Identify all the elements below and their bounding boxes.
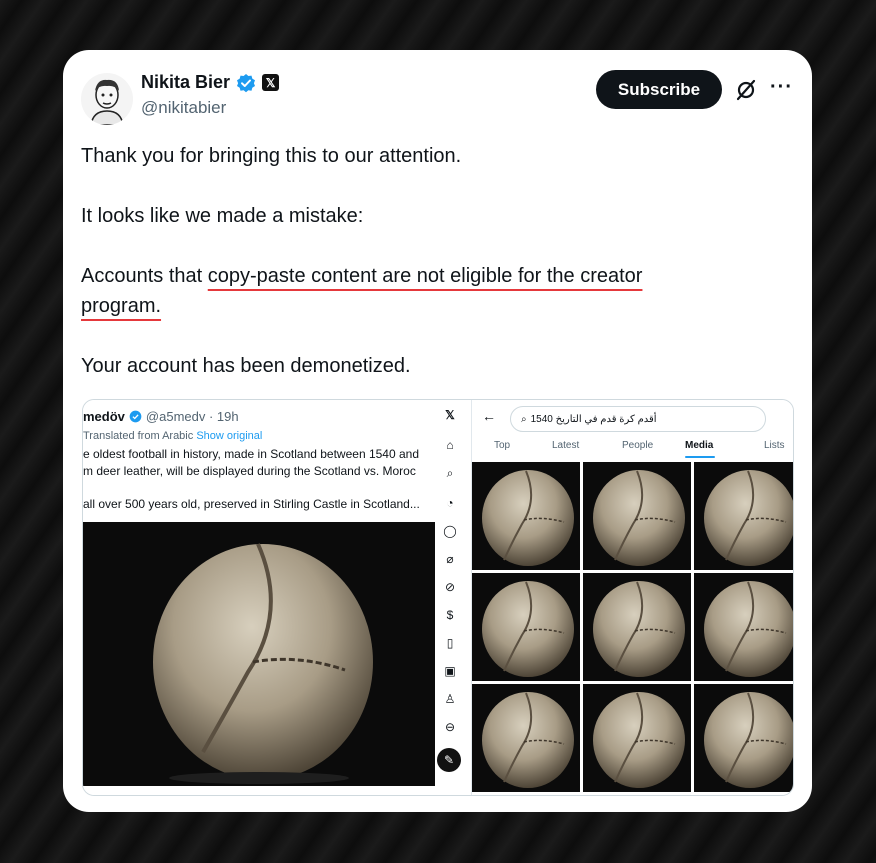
verified-badge-icon: [129, 410, 142, 423]
search-input: ⌕ 1540 أقدم كرة قدم في التاريخ: [510, 406, 766, 432]
home-icon: ⌂: [446, 438, 454, 452]
messages-icon: ◯: [443, 524, 457, 538]
media-thumbnail: [472, 573, 580, 681]
bookmark-icon: ▯: [446, 636, 454, 650]
tweet-text-plain: Accounts that: [81, 265, 208, 287]
tweet-line: Thank you for bringing this to our atten…: [81, 145, 462, 167]
media-thumbnail: [694, 573, 793, 681]
embedded-username: medöv: [83, 409, 125, 424]
underlined-text: copy-paste content are not eligible for …: [207, 265, 643, 287]
tab-top: Top: [494, 440, 511, 451]
football-photo: [83, 522, 435, 786]
more-circle-icon: ⊖: [444, 720, 456, 734]
tweet-line: Your account has been demonetized.: [81, 355, 411, 377]
active-tab-indicator: [685, 456, 715, 458]
grok-icon: ⌀: [446, 552, 454, 566]
avatar[interactable]: [81, 73, 133, 125]
media-grid: [472, 462, 793, 795]
translated-label: Translated from Arabic: [83, 430, 194, 442]
media-thumbnail: [583, 684, 691, 792]
subscribe-button[interactable]: Subscribe: [596, 70, 722, 109]
premium-icon: $: [446, 608, 454, 622]
back-arrow-icon: ←: [482, 408, 496, 424]
author-name[interactable]: Nikita Bier: [141, 72, 230, 93]
media-thumbnail: [583, 573, 691, 681]
tab-people: People: [622, 440, 654, 451]
media-thumbnail: [694, 684, 793, 792]
tweet-card: Nikita Bier 𝕏 @nikitabier Subscribe ··· …: [63, 50, 812, 812]
x-logo-icon: 𝕏: [445, 408, 455, 422]
embedded-handle-time: @a5medv · 19h: [145, 409, 239, 424]
media-thumbnail: [694, 462, 793, 570]
tab-media: Media: [685, 440, 714, 451]
embedded-text-line: all over 500 years old, preserved in Sti…: [83, 497, 420, 511]
jobs-icon: ▣: [444, 664, 456, 678]
tab-lists: Lists: [764, 440, 785, 451]
media-thumbnail: [472, 684, 580, 792]
embedded-text-line: e oldest football in history, made in Sc…: [83, 447, 419, 461]
verified-badge-icon[interactable]: [236, 73, 256, 93]
profile-icon: ♙: [444, 692, 456, 706]
more-icon[interactable]: ···: [770, 77, 792, 100]
side-nav-rail: 𝕏 ⌂ ⌕ ◔ ◯ ⌀ ⊘ $ ▯ ▣ ♙ ⊖ ✎: [435, 400, 467, 795]
tweet-line: Accounts that copy-paste content are not…: [81, 261, 761, 291]
tweet-media-image[interactable]: medöv @a5medv · 19h Translated from Arab…: [82, 399, 794, 796]
media-thumbnail: [472, 462, 580, 570]
tab-latest: Latest: [552, 440, 580, 451]
embedded-text-line: m deer leather, will be displayed during…: [83, 464, 416, 478]
x-logo-icon: 𝕏: [262, 74, 280, 91]
notifications-icon: ◔: [446, 496, 454, 510]
communities-icon: ⊘: [444, 580, 456, 594]
show-original-link: Show original: [196, 430, 263, 442]
search-query: 1540 أقدم كرة قدم في التاريخ: [530, 413, 657, 425]
search-icon: ⌕: [446, 466, 454, 480]
media-thumbnail: [583, 462, 691, 570]
search-icon: ⌕: [521, 413, 527, 425]
grok-icon[interactable]: [734, 78, 758, 102]
search-results-pane: ← ⌕ 1540 أقدم كرة قدم في التاريخ Top Lat…: [471, 400, 793, 795]
embedded-post: medöv @a5medv · 19h Translated from Arab…: [83, 400, 467, 795]
underlined-text: program.: [81, 295, 162, 317]
compose-icon: ✎: [437, 748, 461, 772]
author-handle[interactable]: @nikitabier: [141, 98, 226, 118]
tweet-line: program.: [81, 291, 761, 321]
tweet-line: It looks like we made a mistake:: [81, 205, 364, 227]
